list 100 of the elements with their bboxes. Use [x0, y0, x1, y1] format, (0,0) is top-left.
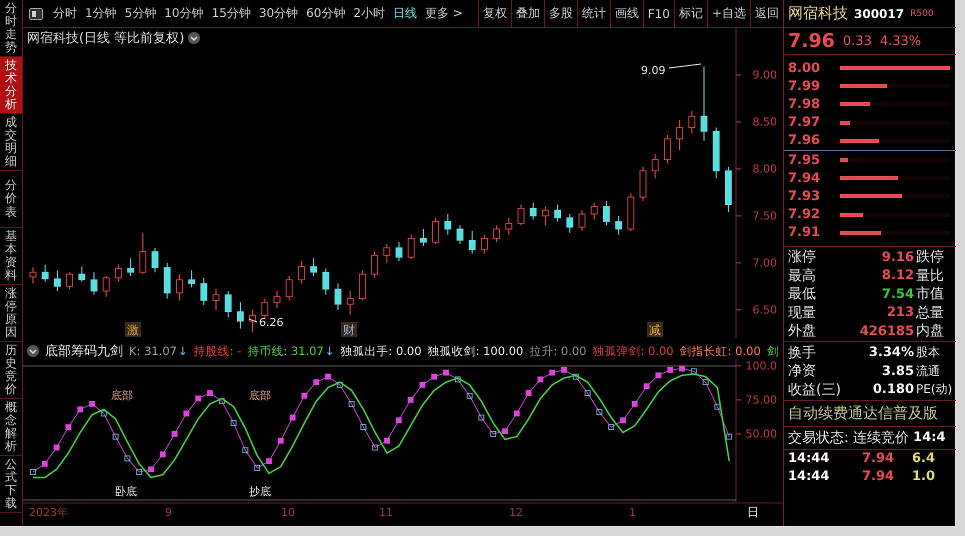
dropdown-icon[interactable] — [188, 32, 200, 44]
tick-volume: 1.0 — [912, 469, 936, 484]
leader-line — [248, 318, 258, 322]
point — [42, 460, 48, 467]
indicator-value: 拉升: 0.00 — [529, 344, 586, 358]
stat-label: 收益(三) — [788, 380, 842, 399]
signal-label: 底部 — [249, 389, 271, 402]
candlestick — [566, 214, 574, 234]
candlestick — [54, 270, 61, 292]
indicator-name: 底部筹码九剑 — [45, 343, 123, 359]
candlestick — [371, 251, 378, 278]
period-tab[interactable]: 1分钟 — [81, 5, 121, 22]
order-price: 7.92 — [787, 207, 822, 222]
toolbar-button[interactable]: F10 — [642, 0, 674, 27]
toolbar-button[interactable]: 多股 — [544, 0, 577, 27]
period-tab[interactable]: 5分钟 — [120, 5, 160, 22]
point — [408, 396, 414, 403]
stat-label: 外盘 — [788, 322, 817, 340]
panel-toggle-icon[interactable] — [29, 8, 43, 20]
last-price: 7.96 — [788, 30, 835, 52]
candlestick — [139, 232, 146, 275]
sidebar-tab[interactable]: 基本资料 — [0, 228, 22, 285]
toolbar-button[interactable]: 返回 — [750, 0, 783, 27]
point — [549, 370, 556, 376]
sidebar-tab[interactable]: 涨停原因 — [0, 285, 22, 342]
candlestick — [542, 206, 549, 226]
toolbar-button[interactable]: 复权 — [478, 0, 511, 27]
toolbar-button[interactable]: +自选 — [706, 0, 750, 27]
candlestick — [224, 290, 232, 318]
period-tab[interactable]: 15分钟 — [208, 5, 255, 22]
period-tab[interactable]: 日线 — [389, 5, 422, 22]
signal-label: 抄底 — [249, 485, 271, 498]
candlestick — [615, 215, 622, 236]
candlestick — [383, 244, 390, 264]
point — [502, 428, 508, 434]
candlestick — [725, 166, 732, 213]
sidebar-tab[interactable]: 概念解析 — [0, 399, 22, 456]
date-label: 2023年 — [29, 506, 68, 519]
date-label: 9 — [165, 506, 172, 519]
point — [172, 431, 178, 437]
sidebar-tab[interactable]: 公式下载 — [0, 456, 22, 513]
stat-label: 最高 — [788, 266, 817, 285]
point — [266, 458, 272, 464]
sidebar-tab[interactable]: 成交明细 — [0, 114, 22, 171]
period-label: 日 — [747, 505, 759, 519]
tick-price: 7.94 — [862, 451, 896, 466]
date-label: 10 — [281, 506, 295, 519]
candlestick — [249, 309, 256, 333]
axis-label: 7.00 — [752, 256, 777, 270]
period-tab[interactable]: 2小时 — [349, 5, 390, 22]
toolbar-button[interactable]: 叠加 — [510, 0, 544, 27]
period-tab[interactable]: 60分钟 — [302, 5, 350, 22]
candlestick — [432, 217, 439, 245]
tick-time: 14:44 — [788, 451, 830, 466]
axis-label: 9.00 — [752, 68, 777, 82]
toolbar-button[interactable]: 画线 — [610, 0, 643, 27]
indicator-value: K: 31.07↓ — [129, 344, 188, 358]
period-tab[interactable]: 更多 > — [421, 5, 467, 22]
price-change: 0.33 — [842, 34, 872, 48]
stat-label: 净资 — [788, 362, 817, 380]
candlestick — [42, 264, 49, 282]
candlestick — [237, 302, 244, 330]
dropdown-icon[interactable] — [27, 345, 39, 357]
chart-title: 网宿科技(日线 等比前复权) — [27, 30, 184, 47]
stat-value: 9.16 — [880, 250, 915, 265]
stat-value: 8.12 — [880, 268, 915, 284]
indicator-value: 剑指长虹: 0.00 — [680, 344, 761, 358]
period-tab[interactable]: 10分钟 — [160, 5, 208, 22]
period-tab[interactable]: 30分钟 — [254, 5, 302, 22]
stat-label: 涨停 — [788, 248, 817, 266]
candlestick — [652, 153, 659, 179]
candlestick — [274, 290, 280, 308]
period-tab[interactable]: 分时 — [49, 5, 81, 22]
stat-value: 0.180 — [872, 382, 915, 398]
stat-label: 股本 — [916, 344, 941, 362]
sidebar-tab[interactable]: 分时走势 — [0, 0, 22, 57]
board-label: R500 — [910, 8, 934, 18]
candlestick — [310, 258, 317, 276]
candlestick — [712, 127, 720, 179]
candlestick — [298, 260, 305, 284]
trade-status: 交易状态: 连续竞价 — [788, 428, 910, 447]
stat-label: 内盘 — [916, 322, 945, 340]
high-price-label: 9.09 — [641, 64, 666, 77]
point — [290, 414, 296, 420]
stat-label: 流通 — [916, 362, 941, 380]
toolbar-button[interactable]: 标记 — [674, 0, 707, 27]
promo-banner[interactable]: 自动续费通达信普及版 — [784, 400, 956, 427]
point — [538, 376, 544, 382]
indicator-value: 持币线: 31.07↓ — [247, 344, 334, 358]
toolbar-button[interactable]: 统计 — [576, 0, 610, 27]
stat-value: 3.85 — [880, 364, 915, 379]
point — [667, 366, 674, 373]
candlestick — [346, 290, 354, 316]
stock-code: 300017 — [854, 6, 904, 20]
sidebar-tab[interactable]: 技术分析 — [0, 57, 22, 114]
point — [384, 438, 390, 444]
sidebar-tab[interactable]: 历史竞价 — [0, 342, 22, 399]
stat-value: 426185 — [858, 324, 915, 339]
tick-price: 7.94 — [862, 469, 896, 484]
point — [443, 370, 449, 376]
